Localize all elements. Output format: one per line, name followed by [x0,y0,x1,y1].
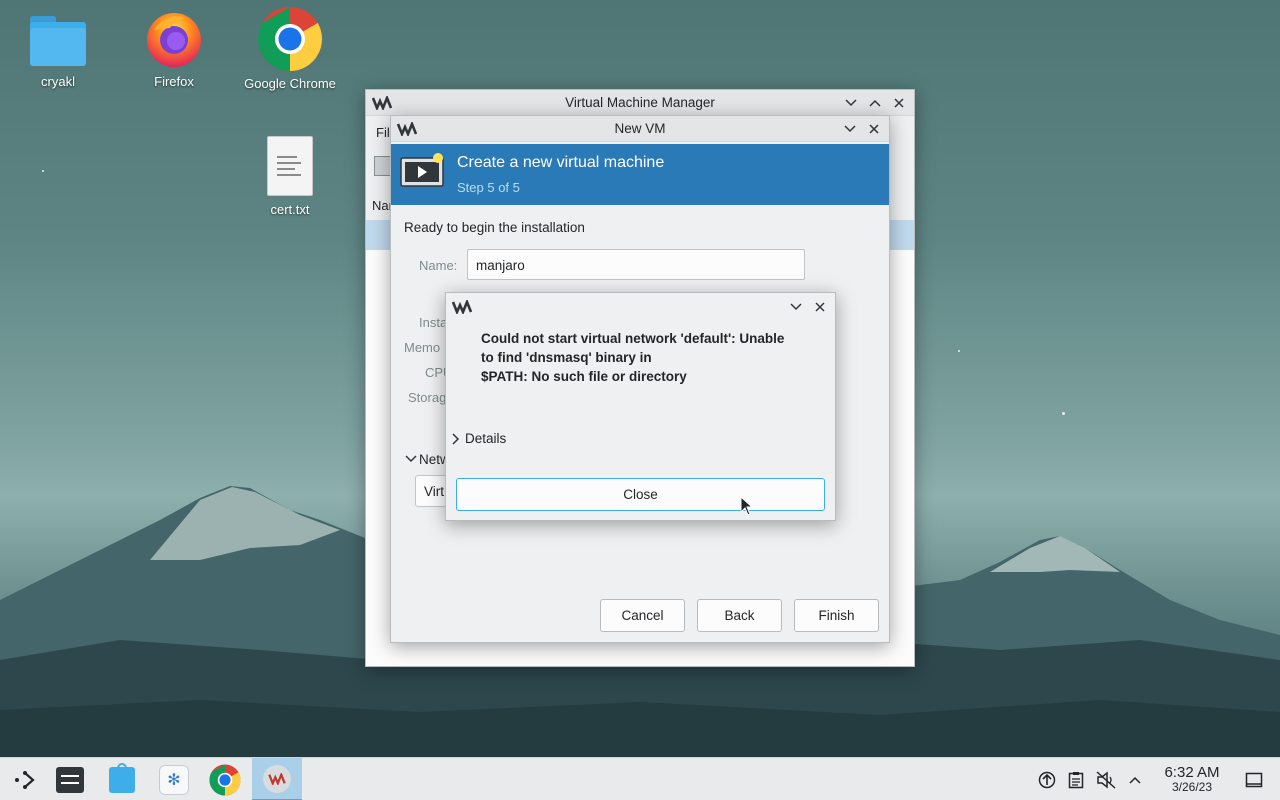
new-vm-monitor-icon [400,153,444,187]
virt-manager-icon [263,764,291,793]
details-expander[interactable]: Details [452,431,506,446]
folder-icon [28,12,88,68]
update-notifier[interactable] [1036,758,1058,800]
minimize-button[interactable] [787,298,805,316]
close-icon [869,124,879,134]
clipboard-icon [1068,771,1084,788]
chrome-icon [209,763,241,796]
taskbar-chrome[interactable] [200,758,250,800]
memory-label: Memo [404,340,441,355]
discover-store-icon [109,762,135,793]
taskbar-system-settings[interactable] [45,758,95,800]
chrome-icon [258,7,322,71]
chevron-down-icon [844,125,856,133]
error-message-line: $PATH: No such file or directory [481,369,687,384]
digital-clock[interactable]: 6:32 AM 3/26/23 [1152,758,1232,800]
close-icon [815,302,825,312]
minimize-button[interactable] [841,120,859,138]
vmm-titlebar[interactable]: Virtual Machine Manager [366,90,914,116]
text-file-icon [267,136,313,196]
chevron-right-icon [452,432,460,445]
desktop-icon-cert-txt[interactable]: cert.txt [235,136,345,217]
application-launcher-button[interactable] [0,758,50,800]
system-settings-icon [56,766,84,793]
close-window-button[interactable] [865,120,883,138]
wizard-header: Create a new virtual machine Step 5 of 5 [391,144,889,205]
maximize-button[interactable] [866,94,884,112]
desktop-icon-firefox[interactable]: Firefox [119,8,229,89]
back-button[interactable]: Back [697,599,782,632]
vm-tool-icon: ✻ [159,764,189,795]
chevron-up-icon [869,99,881,107]
details-label: Details [465,431,507,446]
update-icon [1038,771,1056,788]
clock-time: 6:32 AM [1164,763,1220,781]
chevron-up-icon [1129,776,1141,784]
taskbar: ✻ 6:32 AM 3/26/23 [0,757,1280,800]
desktop-icon-google-chrome[interactable]: Google Chrome [235,6,345,91]
virt-manager-logo-icon [452,300,472,314]
wizard-step: Step 5 of 5 [457,180,520,195]
taskbar-vm-tool[interactable]: ✻ [149,758,199,800]
name-input[interactable]: manjaro [467,249,805,280]
desktop-icon-label: cert.txt [270,202,310,217]
desktop-icon-label: Google Chrome [244,76,336,91]
wizard-title: Create a new virtual machine [457,154,665,171]
chevron-down-icon [790,303,802,311]
close-window-button[interactable] [890,94,908,112]
desktop-icon-label: Firefox [154,74,194,89]
show-hidden-icons-button[interactable] [1124,758,1146,800]
desktop-icon-label: cryakl [41,74,75,89]
taskbar-discover[interactable] [97,758,147,800]
name-label: Name: [419,258,458,273]
close-window-button[interactable] [811,298,829,316]
chevron-down-icon [845,99,857,107]
star [1062,412,1065,415]
error-message: Could not start virtual network 'default… [481,329,821,386]
mouse-cursor-icon [740,496,754,516]
storage-label: Storag [408,390,447,405]
new-vm-title: New VM [614,121,666,136]
error-message-line: to find 'dnsmasq' binary in [481,350,652,365]
minimize-button[interactable] [842,94,860,112]
star [958,350,960,352]
volume-applet[interactable] [1094,758,1118,800]
close-icon [894,98,904,108]
show-desktop-icon [1245,772,1263,787]
error-dialog[interactable]: Could not start virtual network 'default… [445,292,836,521]
volume-muted-icon [1096,770,1116,789]
error-message-line: Could not start virtual network 'default… [481,331,785,346]
application-launcher-icon [15,770,35,789]
cancel-button[interactable]: Cancel [600,599,685,632]
taskbar-virt-manager[interactable] [252,758,302,800]
clock-date: 3/26/23 [1171,779,1213,794]
clipboard-applet[interactable] [1065,758,1087,800]
firefox-icon [147,13,201,67]
error-dialog-titlebar[interactable] [446,293,835,319]
chevron-down-icon[interactable] [405,455,417,463]
finish-button[interactable]: Finish [794,599,879,632]
close-button[interactable]: Close [456,478,825,511]
install-label: Insta [419,315,448,330]
star [42,170,44,172]
new-vm-titlebar[interactable]: New VM [391,116,889,142]
vmm-title: Virtual Machine Manager [565,95,715,110]
desktop-icon-cryakl[interactable]: cryakl [3,12,113,89]
ready-text: Ready to begin the installation [404,220,585,235]
show-desktop-button[interactable] [1242,758,1266,800]
